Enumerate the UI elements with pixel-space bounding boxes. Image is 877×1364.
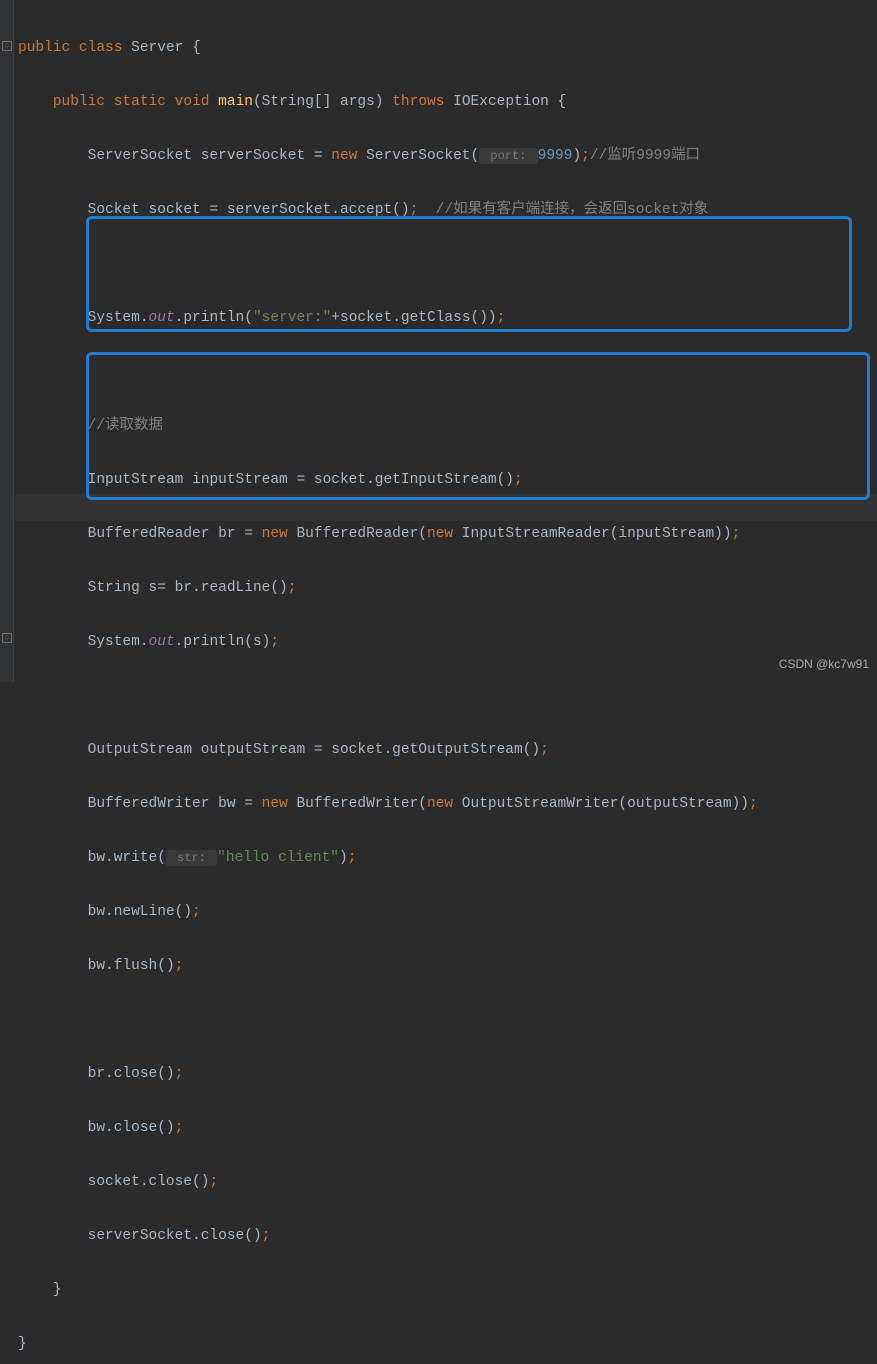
gutter-closing-icon[interactable]: ○ <box>2 633 12 643</box>
code-line: //读取数据 <box>18 413 758 440</box>
code-line: System.out.println("server:"+socket.getC… <box>18 305 758 332</box>
code-line: Socket socket = serverSocket.accept(); /… <box>18 197 758 224</box>
gutter-override-icon[interactable]: ○ <box>2 41 12 51</box>
code-line: BufferedWriter bw = new BufferedWriter(n… <box>18 791 758 818</box>
code-line: } <box>18 1277 758 1304</box>
code-line: public static void main(String[] args) t… <box>18 89 758 116</box>
code-line: bw.newLine(); <box>18 899 758 926</box>
code-editor[interactable]: public class Server { public static void… <box>18 8 758 1364</box>
code-line: socket.close(); <box>18 1169 758 1196</box>
code-line: System.out.println(s); <box>18 629 758 656</box>
code-line: bw.flush(); <box>18 953 758 980</box>
code-line: serverSocket.close(); <box>18 1223 758 1250</box>
watermark-label: CSDN @kc7w91 <box>779 651 869 678</box>
code-line: String s= br.readLine(); <box>18 575 758 602</box>
editor-gutter: ○ ○ <box>0 0 14 682</box>
code-line: OutputStream outputStream = socket.getOu… <box>18 737 758 764</box>
code-line: br.close(); <box>18 1061 758 1088</box>
code-line: BufferedReader br = new BufferedReader(n… <box>18 521 758 548</box>
code-line: public class Server { <box>18 35 758 62</box>
code-line: } <box>18 1331 758 1358</box>
code-line: ServerSocket serverSocket = new ServerSo… <box>18 143 758 170</box>
code-line: bw.close(); <box>18 1115 758 1142</box>
code-line: bw.write( str: "hello client"); <box>18 845 758 872</box>
code-line: InputStream inputStream = socket.getInpu… <box>18 467 758 494</box>
